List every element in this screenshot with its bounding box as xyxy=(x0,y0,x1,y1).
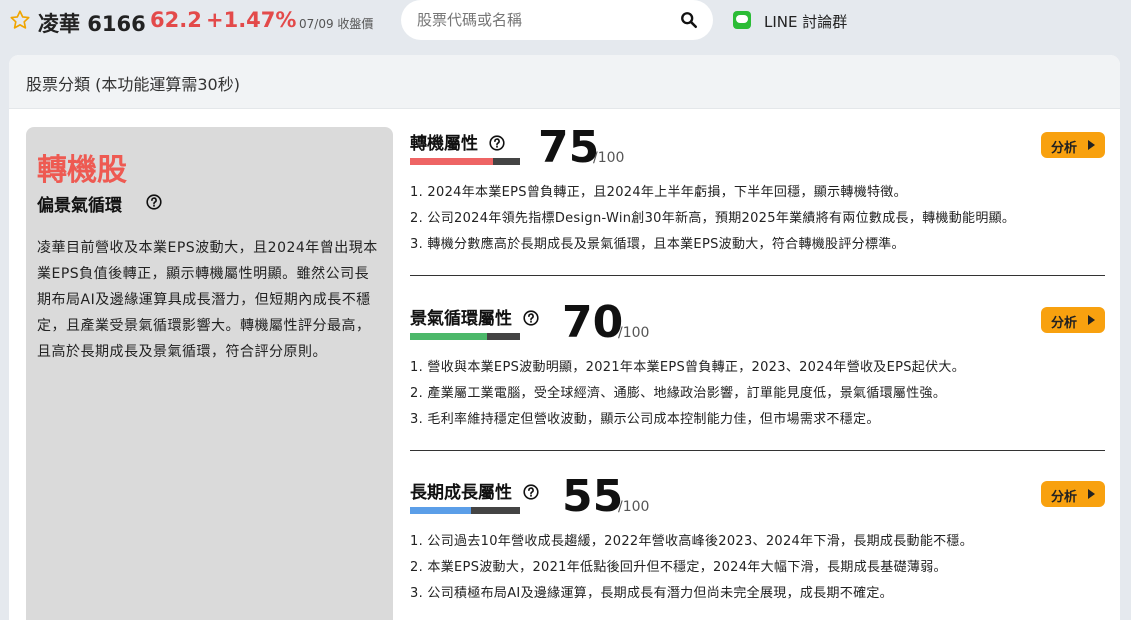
analyze-button-label: 分析 xyxy=(1051,490,1078,505)
attribute-section-growth: 長期成長屬性 55 /100 分析 1. 公司過去10年營收成長趨緩，2022年… xyxy=(410,472,1105,620)
score-bar xyxy=(410,158,520,165)
search-input[interactable] xyxy=(417,9,667,31)
search-icon[interactable] xyxy=(680,11,698,29)
attribute-section-cyclical: 景氣循環屬性 70 /100 分析 1. 營收與本業EPS波動明顯，2021年本… xyxy=(410,298,1105,454)
attribute-score-max: /100 xyxy=(618,325,650,341)
stock-header: 凌華 6166 62.2 +1.47% 07/09 收盤價 LINE 討論群 xyxy=(0,0,1131,42)
reason-item: 1. 營收與本業EPS波動明顯，2021年本業EPS曾負轉正，2023、2024… xyxy=(410,360,966,375)
stock-classification-panel: 股票分類 (本功能運算需30秒) 轉機股 偏景氣循環 凌華目前營收及本業EPS波… xyxy=(9,55,1120,620)
play-arrow-icon xyxy=(1088,140,1095,150)
analyze-button[interactable]: 分析 xyxy=(1041,307,1105,333)
play-arrow-icon xyxy=(1088,315,1095,325)
attribute-score: 75 xyxy=(538,122,600,173)
section-divider xyxy=(410,275,1105,276)
classification-description: 凌華目前營收及本業EPS波動大，且2024年曾出現本業EPS負值後轉正，顯示轉機… xyxy=(37,240,378,360)
panel-header: 股票分類 (本功能運算需30秒) xyxy=(9,55,1120,109)
panel-title: 股票分類 (本功能運算需30秒) xyxy=(26,75,240,94)
classification-summary-card: 轉機股 偏景氣循環 凌華目前營收及本業EPS波動大，且2024年曾出現本業EPS… xyxy=(26,127,393,620)
play-arrow-icon xyxy=(1088,489,1095,499)
attribute-title-text: 長期成長屬性 xyxy=(410,483,512,503)
attribute-score: 55 xyxy=(562,471,624,522)
help-icon[interactable] xyxy=(523,310,539,326)
attribute-title: 轉機屬性 xyxy=(410,129,505,154)
attribute-score-max: /100 xyxy=(593,150,625,166)
help-icon[interactable] xyxy=(146,194,162,210)
help-icon[interactable] xyxy=(489,135,505,151)
line-group-link[interactable]: LINE 討論群 xyxy=(764,11,847,32)
reason-item: 3. 毛利率維持穩定但營收波動，顯示公司成本控制能力佳，但市場需求不穩定。 xyxy=(410,412,880,427)
close-date-label: 07/09 收盤價 xyxy=(299,17,374,31)
reason-item: 2. 公司2024年領先指標Design-Win創30年新高，預期2025年業績… xyxy=(410,211,1016,226)
stock-change: +1.47% xyxy=(206,8,297,32)
attribute-reasons: 1. 營收與本業EPS波動明顯，2021年本業EPS曾負轉正，2023、2024… xyxy=(410,355,1105,433)
attribute-score: 70 xyxy=(562,297,624,348)
search-box xyxy=(401,0,713,40)
score-bar-fill xyxy=(410,158,493,165)
attribute-title: 長期成長屬性 xyxy=(410,478,539,503)
section-divider xyxy=(410,450,1105,451)
reason-item: 2. 產業屬工業電腦，受全球經濟、通膨、地緣政治影響，訂單能見度低，景氣循環屬性… xyxy=(410,386,947,401)
analyze-button-label: 分析 xyxy=(1051,141,1078,156)
star-icon[interactable] xyxy=(9,9,31,31)
reason-item: 2. 本業EPS波動大，2021年低點後回升但不穩定，2024年大幅下滑，長期成… xyxy=(410,560,947,575)
attribute-title-text: 轉機屬性 xyxy=(410,134,478,154)
reason-item: 3. 轉機分數應高於長期成長及景氣循環，且本業EPS波動大，符合轉機股評分標準。 xyxy=(410,237,905,252)
stock-name: 凌華 6166 xyxy=(38,12,146,36)
line-icon[interactable] xyxy=(733,11,751,29)
stock-price: 62.2 xyxy=(150,8,202,32)
help-icon[interactable] xyxy=(523,484,539,500)
analyze-button-label: 分析 xyxy=(1051,316,1078,331)
classification-subtitle-text: 偏景氣循環 xyxy=(37,196,122,216)
classification-type: 轉機股 xyxy=(37,153,127,188)
attribute-section-turnaround: 轉機屬性 75 /100 分析 1. 2024年本業EPS曾負轉正，且2024年… xyxy=(410,123,1105,279)
analyze-button[interactable]: 分析 xyxy=(1041,481,1105,507)
analyze-button[interactable]: 分析 xyxy=(1041,132,1105,158)
attribute-score-max: /100 xyxy=(618,499,650,515)
attribute-title: 景氣循環屬性 xyxy=(410,304,539,329)
score-bar-fill xyxy=(410,507,471,514)
attribute-reasons: 1. 2024年本業EPS曾負轉正，且2024年上半年虧損，下半年回穩，顯示轉機… xyxy=(410,180,1105,258)
score-bar xyxy=(410,507,520,514)
score-bar xyxy=(410,333,520,340)
classification-subtitle: 偏景氣循環 xyxy=(37,191,162,216)
reason-item: 1. 公司過去10年營收成長趨緩，2022年營收高峰後2023、2024年下滑，… xyxy=(410,534,974,549)
attribute-title-text: 景氣循環屬性 xyxy=(410,309,512,329)
attribute-reasons: 1. 公司過去10年營收成長趨緩，2022年營收高峰後2023、2024年下滑，… xyxy=(410,529,1105,607)
reason-item: 1. 2024年本業EPS曾負轉正，且2024年上半年虧損，下半年回穩，顯示轉機… xyxy=(410,185,907,200)
reason-item: 3. 公司積極布局AI及邊緣運算，長期成長有潛力但尚未完全展現，成長期不確定。 xyxy=(410,586,893,601)
score-bar-fill xyxy=(410,333,487,340)
